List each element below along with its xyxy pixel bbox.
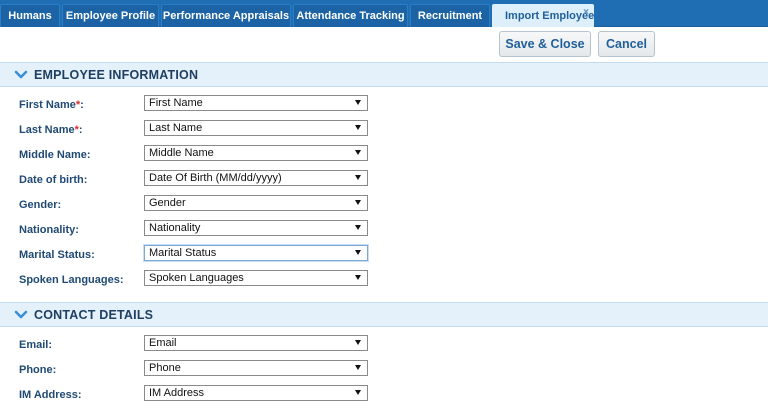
field-label: Spoken Languages: — [19, 274, 124, 286]
field-label: Marital Status: — [19, 249, 95, 261]
dropdown-arrow-icon — [355, 225, 361, 230]
dropdown-arrow-icon — [355, 390, 361, 395]
form-row-nationality: Nationality: Nationality — [0, 219, 768, 244]
tab-label: Recruitment — [417, 10, 483, 22]
im-address-select[interactable]: IM Address — [144, 385, 368, 401]
close-icon[interactable]: × — [583, 8, 589, 18]
save-close-button[interactable]: Save & Close — [499, 31, 591, 57]
tab-label: Humans — [8, 10, 52, 22]
chevron-down-icon[interactable] — [14, 68, 28, 82]
field-label: Last Name*: — [19, 124, 83, 136]
date-of-birth-select[interactable]: Date Of Birth (MM/dd/yyyy) — [144, 170, 368, 186]
dropdown-arrow-icon — [355, 150, 361, 155]
form-row-last-name: Last Name*: Last Name — [0, 119, 768, 144]
dropdown-arrow-icon — [355, 200, 361, 205]
tab-label: Attendance Tracking — [296, 10, 405, 22]
form-row-date-of-birth: Date of birth: Date Of Birth (MM/dd/yyyy… — [0, 169, 768, 194]
dropdown-arrow-icon — [355, 275, 361, 280]
field-label: Nationality: — [19, 224, 79, 236]
dropdown-arrow-icon — [355, 340, 361, 345]
field-label: Phone: — [19, 364, 57, 376]
chevron-down-icon[interactable] — [14, 308, 28, 322]
form-row-email: Email: Email — [0, 334, 768, 359]
tab-performance-appraisals[interactable]: Performance Appraisals — [161, 4, 291, 27]
gender-select[interactable]: Gender — [144, 195, 368, 211]
tab-recruitment[interactable]: Recruitment — [410, 4, 490, 27]
last-name-select[interactable]: Last Name — [144, 120, 368, 136]
section-title: CONTACT DETAILS — [34, 307, 154, 322]
section-title: EMPLOYEE INFORMATION — [34, 67, 199, 82]
tab-bar: Humans Employee Profile Performance Appr… — [0, 0, 768, 27]
section-header-employee-information[interactable]: EMPLOYEE INFORMATION — [0, 62, 768, 87]
form-row-im-address: IM Address: IM Address — [0, 384, 768, 409]
form-row-spoken-languages: Spoken Languages: Spoken Languages — [0, 269, 768, 294]
field-label: IM Address: — [19, 389, 82, 401]
first-name-select[interactable]: First Name — [144, 95, 368, 111]
nationality-select[interactable]: Nationality — [144, 220, 368, 236]
tab-label: Performance Appraisals — [162, 10, 290, 22]
field-label: Middle Name: — [19, 149, 91, 161]
form-row-phone: Phone: Phone — [0, 359, 768, 384]
dropdown-arrow-icon — [355, 250, 361, 255]
middle-name-select[interactable]: Middle Name — [144, 145, 368, 161]
section-header-contact-details[interactable]: CONTACT DETAILS — [0, 302, 768, 327]
email-select[interactable]: Email — [144, 335, 368, 351]
field-label: First Name*: — [19, 99, 84, 111]
tab-label: Import Employee — [505, 10, 595, 22]
tab-label: Employee Profile — [65, 10, 156, 22]
dropdown-arrow-icon — [355, 100, 361, 105]
field-label: Date of birth: — [19, 174, 88, 186]
field-label: Email: — [19, 339, 53, 351]
spoken-languages-select[interactable]: Spoken Languages — [144, 270, 368, 286]
cancel-button[interactable]: Cancel — [598, 31, 655, 57]
form-row-first-name: First Name*: First Name — [0, 94, 768, 119]
tab-humans[interactable]: Humans — [0, 4, 60, 27]
tab-employee-profile[interactable]: Employee Profile — [62, 4, 159, 27]
tab-attendance-tracking[interactable]: Attendance Tracking — [293, 4, 408, 27]
dropdown-arrow-icon — [355, 175, 361, 180]
toolbar: Save & Close Cancel — [0, 27, 768, 62]
dropdown-arrow-icon — [355, 125, 361, 130]
dropdown-arrow-icon — [355, 365, 361, 370]
field-label: Gender: — [19, 199, 62, 211]
phone-select[interactable]: Phone — [144, 360, 368, 376]
form-row-marital-status: Marital Status: Marital Status — [0, 244, 768, 269]
tab-import-employee[interactable]: Import Employee × — [492, 4, 594, 27]
form-row-middle-name: Middle Name: Middle Name — [0, 144, 768, 169]
form-row-gender: Gender: Gender — [0, 194, 768, 219]
marital-status-select[interactable]: Marital Status — [144, 245, 368, 261]
